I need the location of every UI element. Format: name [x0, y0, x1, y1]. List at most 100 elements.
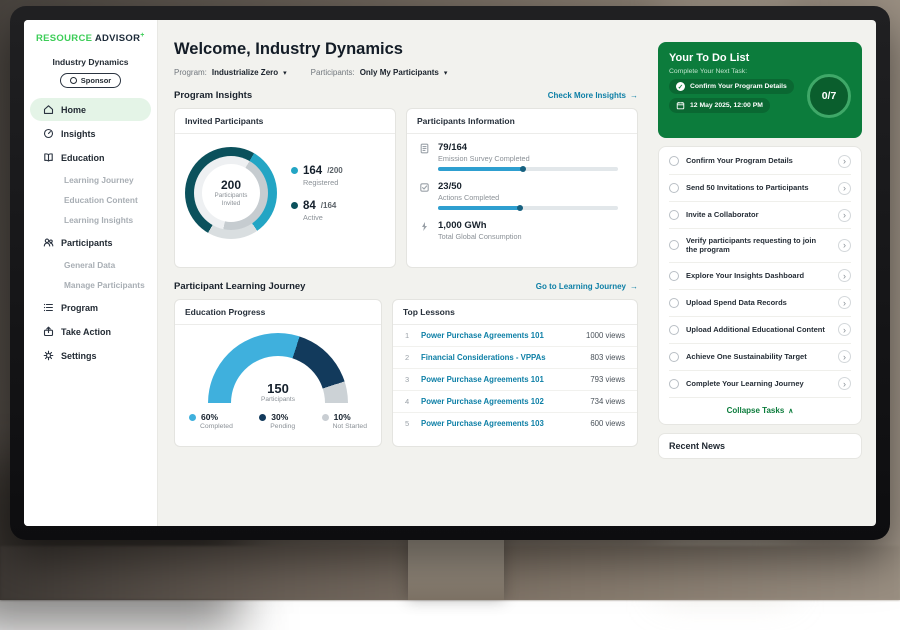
task-checkbox[interactable] — [669, 325, 679, 335]
not-started-dot-icon — [322, 414, 329, 421]
learning-journey-header: Participant Learning Journey Go to Learn… — [174, 281, 638, 292]
task-row[interactable]: Achieve One Sustainability Target — [669, 344, 851, 371]
participants-icon — [43, 237, 54, 248]
go-to-learning-journey-link[interactable]: Go to Learning Journey — [536, 282, 638, 291]
sidebar: RESOURCE ADVISOR+ Industry Dynamics Spon… — [24, 20, 158, 526]
check-circle-icon — [676, 82, 685, 91]
sidebar-item-insights[interactable]: Insights — [30, 122, 151, 145]
task-checkbox[interactable] — [669, 240, 679, 250]
sidebar-item-program[interactable]: Program — [30, 296, 151, 319]
lesson-link[interactable]: Power Purchase Agreements 102 — [421, 397, 582, 406]
lesson-row: 3 Power Purchase Agreements 101 793 view… — [393, 369, 637, 391]
task-checkbox[interactable] — [669, 352, 679, 362]
chevron-right-icon[interactable] — [838, 182, 851, 195]
arrow-right-icon — [630, 91, 638, 100]
task-row[interactable]: Explore Your Insights Dashboard — [669, 263, 851, 290]
task-row[interactable]: Upload Additional Educational Content — [669, 317, 851, 344]
learning-cards-row: Education Progress 150 Participants 60 — [174, 299, 638, 447]
actions-progress-bar — [438, 206, 618, 210]
task-checkbox[interactable] — [669, 379, 679, 389]
participants-information-card: Participants Information 79/164 Emission… — [406, 108, 638, 268]
sidebar-item-take-action[interactable]: Take Action — [30, 320, 151, 343]
gauge-legend: 60% Completed 30% Pending 10% Not Starte… — [175, 403, 381, 430]
chevron-right-icon[interactable] — [838, 269, 851, 282]
task-checkbox[interactable] — [669, 271, 679, 281]
education-progress-gauge: 150 Participants — [208, 333, 348, 403]
lesson-link[interactable]: Financial Considerations - VPPAs — [421, 353, 582, 362]
chevron-right-icon[interactable] — [838, 296, 851, 309]
monitor-stand — [408, 536, 504, 600]
document-icon — [419, 143, 430, 154]
task-row[interactable]: Send 50 Invitations to Participants — [669, 175, 851, 202]
sidebar-nav: Home Insights Education Learning Journey — [24, 98, 157, 367]
calendar-icon — [676, 101, 685, 110]
sidebar-item-home[interactable]: Home — [30, 98, 151, 121]
app-logo: RESOURCE ADVISOR+ — [24, 32, 157, 44]
chevron-right-icon[interactable] — [838, 323, 851, 336]
sidebar-item-learning-journey[interactable]: Learning Journey — [30, 170, 151, 190]
active-dot-icon — [291, 202, 298, 209]
chevron-right-icon[interactable] — [838, 209, 851, 222]
todo-panel: Your To Do List Complete Your Next Task:… — [650, 20, 876, 526]
chevron-right-icon[interactable] — [838, 377, 851, 390]
energy-icon — [419, 221, 430, 232]
lesson-link[interactable]: Power Purchase Agreements 101 — [421, 375, 582, 384]
next-task-pill[interactable]: Confirm Your Program Details — [669, 79, 794, 94]
pending-dot-icon — [259, 414, 266, 421]
insights-cards-row: Invited Participants 200 Participants In… — [174, 108, 638, 268]
arrow-right-icon — [630, 282, 638, 291]
insights-icon — [43, 128, 54, 139]
sidebar-item-settings[interactable]: Settings — [30, 344, 151, 367]
legend-registered: 164 /200 Registered — [291, 165, 343, 187]
sidebar-item-general-data[interactable]: General Data — [30, 255, 151, 275]
lesson-link[interactable]: Power Purchase Agreements 101 — [421, 331, 578, 340]
program-filter-dropdown[interactable]: Program: Industrialize Zero — [174, 68, 287, 77]
lesson-row: 2 Financial Considerations - VPPAs 803 v… — [393, 347, 637, 369]
filter-bar: Program: Industrialize Zero Participants… — [174, 68, 638, 77]
task-checkbox[interactable] — [669, 156, 679, 166]
task-row[interactable]: Confirm Your Program Details — [669, 148, 851, 175]
page-title: Welcome, Industry Dynamics — [174, 40, 638, 59]
program-insights-header: Program Insights Check More Insights — [174, 90, 638, 101]
emission-survey-row: 79/164 Emission Survey Completed — [407, 134, 637, 173]
sidebar-item-learning-insights[interactable]: Learning Insights — [30, 210, 151, 230]
gear-icon — [43, 350, 54, 361]
photo-background: RESOURCE ADVISOR+ Industry Dynamics Spon… — [0, 0, 900, 600]
sidebar-item-manage-participants[interactable]: Manage Participants — [30, 275, 151, 295]
monitor-bezel: RESOURCE ADVISOR+ Industry Dynamics Spon… — [10, 6, 890, 540]
top-lessons-card: Top Lessons 1 Power Purchase Agreements … — [392, 299, 638, 447]
collapse-tasks-link[interactable]: Collapse Tasks — [669, 398, 851, 423]
education-progress-card: Education Progress 150 Participants 60 — [174, 299, 382, 447]
education-icon — [43, 152, 54, 163]
due-date-pill: 12 May 2025, 12:00 PM — [669, 98, 770, 113]
chevron-down-icon — [283, 68, 287, 77]
task-row[interactable]: Complete Your Learning Journey — [669, 371, 851, 398]
check-more-insights-link[interactable]: Check More Insights — [548, 91, 638, 100]
task-checkbox[interactable] — [669, 298, 679, 308]
task-checkbox[interactable] — [669, 183, 679, 193]
task-row[interactable]: Verify participants requesting to join t… — [669, 229, 851, 263]
sidebar-item-education-content[interactable]: Education Content — [30, 190, 151, 210]
task-row[interactable]: Invite a Collaborator — [669, 202, 851, 229]
lesson-row: 1 Power Purchase Agreements 101 1000 vie… — [393, 325, 637, 347]
emission-progress-bar — [438, 167, 618, 171]
invited-participants-donut: 200 Participants Invited — [185, 147, 277, 239]
chevron-down-icon — [444, 68, 448, 77]
task-checkbox[interactable] — [669, 210, 679, 220]
chevron-right-icon[interactable] — [838, 155, 851, 168]
chevron-right-icon[interactable] — [838, 239, 851, 252]
todo-summary-card: Your To Do List Complete Your Next Task:… — [658, 42, 862, 138]
participants-filter-dropdown[interactable]: Participants: Only My Participants — [311, 68, 448, 77]
lesson-link[interactable]: Power Purchase Agreements 103 — [421, 419, 582, 428]
legend-pending: 30% Pending — [259, 412, 295, 430]
checklist-icon — [419, 182, 430, 193]
chevron-right-icon[interactable] — [838, 350, 851, 363]
sidebar-item-education[interactable]: Education — [30, 146, 151, 169]
task-row[interactable]: Upload Spend Data Records — [669, 290, 851, 317]
sidebar-item-participants[interactable]: Participants — [30, 231, 151, 254]
consumption-row: 1,000 GWh Total Global Consumption — [407, 212, 637, 243]
task-list-card: Confirm Your Program Details Send 50 Inv… — [658, 146, 862, 425]
main-content: Welcome, Industry Dynamics Program: Indu… — [158, 20, 650, 526]
registered-dot-icon — [291, 167, 298, 174]
sponsor-badge: Sponsor — [60, 73, 121, 88]
